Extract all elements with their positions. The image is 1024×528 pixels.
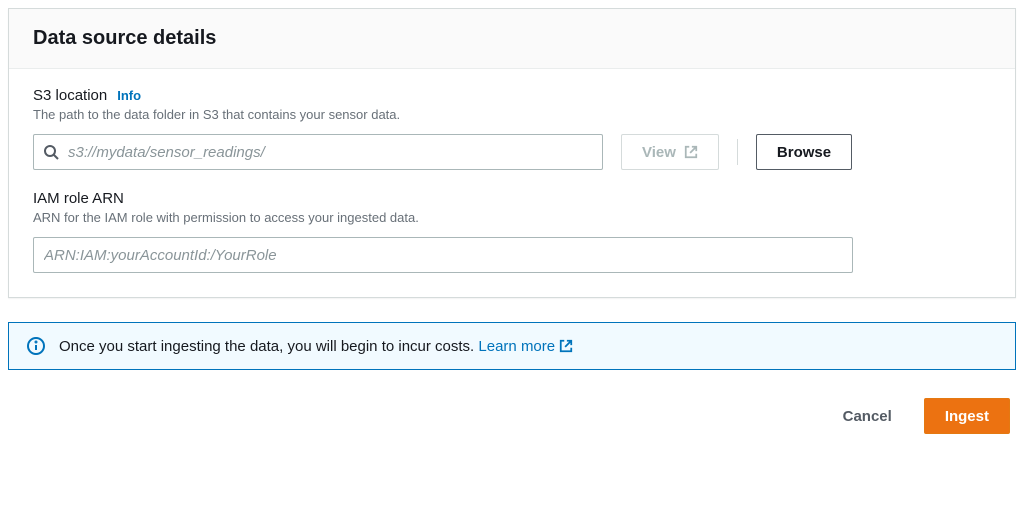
browse-button[interactable]: Browse [756, 134, 852, 170]
learn-more-link[interactable]: Learn more [478, 338, 573, 355]
ingest-button[interactable]: Ingest [924, 398, 1010, 434]
s3-location-label: S3 location [33, 87, 107, 104]
cancel-button-label: Cancel [843, 408, 892, 425]
alert-message: Once you start ingesting the data, you w… [59, 338, 474, 355]
s3-location-description: The path to the data folder in S3 that c… [33, 107, 991, 122]
info-link[interactable]: Info [117, 88, 141, 103]
search-icon [43, 144, 59, 160]
ingest-button-label: Ingest [945, 408, 989, 425]
browse-button-label: Browse [777, 144, 831, 161]
iam-role-field: IAM role ARN ARN for the IAM role with p… [33, 190, 991, 273]
cost-alert: Once you start ingesting the data, you w… [8, 322, 1016, 370]
info-icon [27, 337, 45, 355]
external-link-icon [559, 339, 573, 353]
panel-title: Data source details [33, 27, 991, 50]
external-link-icon [684, 145, 698, 159]
iam-role-description: ARN for the IAM role with permission to … [33, 210, 991, 225]
footer-actions: Cancel Ingest [8, 370, 1016, 434]
data-source-details-panel: Data source details S3 location Info The… [8, 8, 1016, 298]
iam-role-label: IAM role ARN [33, 190, 124, 207]
learn-more-label: Learn more [478, 338, 555, 355]
s3-location-input[interactable] [33, 134, 603, 170]
divider [737, 139, 738, 165]
panel-header: Data source details [9, 9, 1015, 69]
iam-role-input[interactable] [33, 237, 853, 273]
cancel-button[interactable]: Cancel [823, 398, 912, 434]
s3-location-field: S3 location Info The path to the data fo… [33, 87, 991, 170]
view-button-label: View [642, 144, 676, 161]
view-button[interactable]: View [621, 134, 719, 170]
alert-text: Once you start ingesting the data, you w… [59, 338, 573, 355]
panel-body: S3 location Info The path to the data fo… [9, 69, 1015, 297]
